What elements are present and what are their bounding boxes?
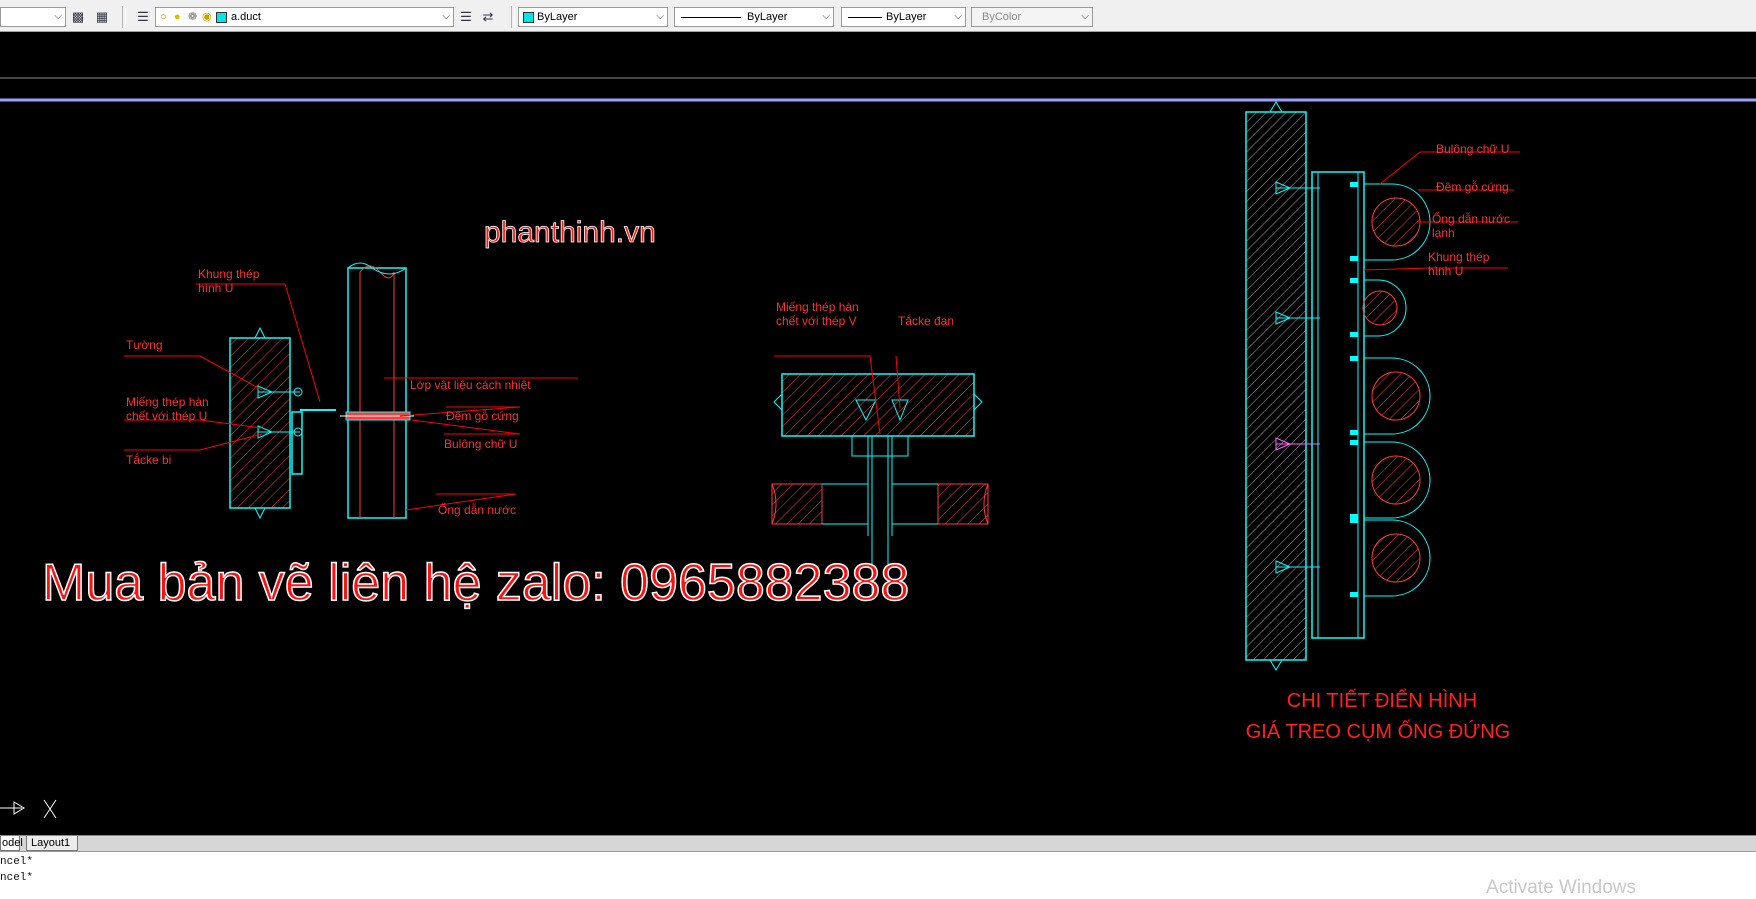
layer-combo[interactable]: ○ ● ❁ ◉ a.duct ⌵ bbox=[155, 7, 454, 27]
label-khung-thep-1: Khung thép bbox=[198, 267, 260, 281]
properties-toolbar: ⌵ ▩ ▦ ☰ ○ ● ❁ ◉ a.duct ⌵ ☰ ⇄ ByLayer ⌵ B… bbox=[0, 0, 1756, 32]
chevron-down-icon: ⌵ bbox=[1081, 11, 1089, 22]
label-mieng-thep-1: Miếng thép hàn bbox=[126, 395, 209, 409]
chevron-down-icon: ⌵ bbox=[54, 11, 62, 22]
label-bulong: Bulông chữ U bbox=[444, 437, 517, 451]
label-ong-dan-2: lạnh bbox=[1432, 226, 1455, 240]
website-label: phanthinh.vn bbox=[484, 216, 656, 249]
label-khung-thep-2: hình U bbox=[198, 281, 233, 295]
command-history-line: ncel* bbox=[0, 856, 34, 868]
activation-watermark: Activate Windows bbox=[1486, 877, 1636, 898]
label-ong-dan-1: Ống dẫn nước bbox=[1432, 211, 1510, 226]
plotstyle-value: ByColor bbox=[982, 11, 1022, 23]
bulb-icon: ○ bbox=[160, 11, 167, 23]
lineweight-preview bbox=[848, 17, 882, 18]
lineweight-value: ByLayer bbox=[886, 11, 927, 23]
label-lop-vat-lieu: Lớp vật liệu cách nhiệt bbox=[410, 378, 531, 392]
linetype-combo[interactable]: ByLayer ⌵ bbox=[674, 7, 834, 27]
ucs-icon bbox=[0, 799, 57, 819]
chevron-down-icon: ⌵ bbox=[656, 11, 664, 22]
tab-layout1[interactable]: Layout1 bbox=[26, 836, 78, 851]
linetype-value: ByLayer bbox=[747, 11, 788, 23]
toolbar-separator bbox=[511, 6, 515, 28]
label-tuong: Tường bbox=[126, 338, 163, 352]
workspace-combo[interactable]: ⌵ bbox=[0, 7, 66, 27]
title-line-2: GIÁ TREO CỤM ỐNG ĐỨNG bbox=[1246, 719, 1511, 743]
color-swatch bbox=[523, 12, 534, 23]
sun-icon: ● bbox=[174, 11, 181, 23]
layer-properties-icon[interactable]: ☰ bbox=[134, 8, 152, 26]
chevron-down-icon: ⌵ bbox=[954, 11, 962, 22]
label-bulong-chu-u: Bulông chữ U bbox=[1436, 142, 1509, 156]
layer-color-swatch bbox=[216, 12, 227, 23]
linetype-preview bbox=[681, 17, 741, 18]
freeze-icon: ❁ bbox=[188, 11, 198, 23]
promo-text: Mua bản vẽ liên hệ zalo: 0965882388 bbox=[42, 554, 909, 612]
label-tacke-dan: Tắcke đạn bbox=[898, 313, 954, 328]
layer-previous-icon[interactable]: ⇄ bbox=[479, 8, 497, 26]
layout-tabs: odel Layout1 bbox=[0, 835, 1756, 851]
command-history-line: ncel* bbox=[0, 872, 34, 884]
label-ong-dan: Ống dẫn nước bbox=[438, 502, 516, 517]
layer-name: a.duct bbox=[231, 11, 261, 23]
make-current-icon[interactable]: ☰ bbox=[457, 8, 475, 26]
label-mieng-thep-v-2: chết với thép V bbox=[776, 314, 857, 328]
label-mieng-thep-2: chết với thép U bbox=[126, 409, 207, 423]
label-tacke-bi: Tắcke bi bbox=[126, 452, 171, 467]
toolbar-separator bbox=[122, 6, 126, 28]
lock-icon: ◉ bbox=[202, 11, 212, 23]
tab-model[interactable]: odel bbox=[0, 836, 23, 851]
label-dem-go-cung: Đệm gỗ cứng bbox=[1436, 179, 1509, 194]
label-khung-2: hình U bbox=[1428, 264, 1463, 278]
command-line[interactable]: ncel* ncel* Activate Windows bbox=[0, 851, 1756, 899]
label-khung-1: Khung thép bbox=[1428, 250, 1490, 264]
chevron-down-icon: ⌵ bbox=[822, 11, 830, 22]
color-combo[interactable]: ByLayer ⌵ bbox=[518, 7, 668, 27]
title-line-1: CHI TIẾT ĐIỂN HÌNH bbox=[1287, 689, 1477, 712]
chevron-down-icon: ⌵ bbox=[442, 11, 450, 22]
color-value: ByLayer bbox=[537, 11, 578, 23]
plotstyle-combo: ByColor ⌵ bbox=[971, 7, 1093, 27]
drawing-canvas[interactable]: Khung thép hình U Tường Miếng thép hàn c… bbox=[0, 32, 1756, 835]
save-block-icon[interactable]: ▦ bbox=[93, 8, 111, 26]
label-mieng-thep-v-1: Miếng thép hàn bbox=[776, 300, 859, 314]
label-dem-go: Đệm gỗ cứng bbox=[446, 408, 519, 423]
qr-icon[interactable]: ▩ bbox=[69, 8, 87, 26]
lineweight-combo[interactable]: ByLayer ⌵ bbox=[841, 7, 966, 27]
drawing-svg: Khung thép hình U Tường Miếng thép hàn c… bbox=[0, 77, 1756, 819]
